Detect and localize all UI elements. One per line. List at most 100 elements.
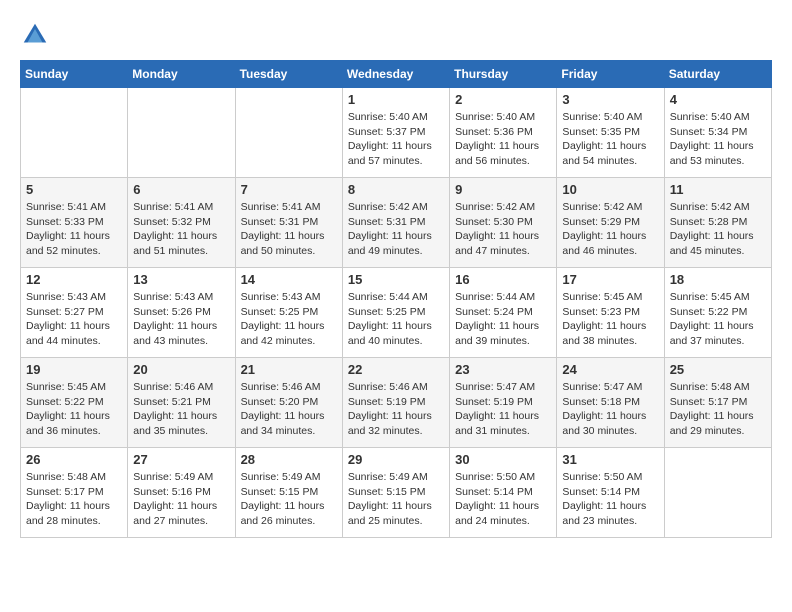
calendar-cell: 21 Sunrise: 5:46 AM Sunset: 5:20 PM Dayli… [235, 358, 342, 448]
day-number: 3 [562, 92, 658, 107]
day-info: Sunrise: 5:42 AM Sunset: 5:28 PM Dayligh… [670, 200, 766, 259]
calendar-cell: 26Sunrise: 5:48 AM Sunset: 5:17 PM Dayli… [21, 448, 128, 538]
day-info: Sunrise: 5:42 AM Sunset: 5:30 PM Dayligh… [455, 200, 551, 259]
calendar-cell [664, 448, 771, 538]
day-info: Sunrise: 5:49 AM Sunset: 5:15 PM Dayligh… [241, 470, 337, 529]
day-info: Sunrise: 5:40 AM Sunset: 5:37 PM Dayligh… [348, 110, 444, 169]
calendar-cell: 3 Sunrise: 5:40 AM Sunset: 5:35 PM Daylig… [557, 88, 664, 178]
day-number: 23 [455, 362, 551, 377]
weekday-header: Saturday [664, 61, 771, 88]
day-info: Sunrise: 5:45 AM Sunset: 5:22 PM Dayligh… [670, 290, 766, 349]
day-number: 5 [26, 182, 122, 197]
page-header [20, 20, 772, 50]
day-number: 24 [562, 362, 658, 377]
day-info: Sunrise: 5:49 AM Sunset: 5:16 PM Dayligh… [133, 470, 229, 529]
calendar-cell: 14 Sunrise: 5:43 AM Sunset: 5:25 PM Dayli… [235, 268, 342, 358]
calendar-cell: 23 Sunrise: 5:47 AM Sunset: 5:19 PM Dayli… [450, 358, 557, 448]
day-info: Sunrise: 5:47 AM Sunset: 5:19 PM Dayligh… [455, 380, 551, 439]
calendar-cell: 16Sunrise: 5:44 AM Sunset: 5:24 PM Dayli… [450, 268, 557, 358]
calendar-cell: 18Sunrise: 5:45 AM Sunset: 5:22 PM Dayli… [664, 268, 771, 358]
day-info: Sunrise: 5:45 AM Sunset: 5:22 PM Dayligh… [26, 380, 122, 439]
day-info: Sunrise: 5:42 AM Sunset: 5:31 PM Dayligh… [348, 200, 444, 259]
weekday-header: Wednesday [342, 61, 449, 88]
weekday-header: Monday [128, 61, 235, 88]
weekday-header: Tuesday [235, 61, 342, 88]
calendar-week-row: 26Sunrise: 5:48 AM Sunset: 5:17 PM Dayli… [21, 448, 772, 538]
day-info: Sunrise: 5:50 AM Sunset: 5:14 PM Dayligh… [455, 470, 551, 529]
day-number: 15 [348, 272, 444, 287]
day-number: 25 [670, 362, 766, 377]
calendar-cell: 29 Sunrise: 5:49 AM Sunset: 5:15 PM Dayli… [342, 448, 449, 538]
day-info: Sunrise: 5:44 AM Sunset: 5:25 PM Dayligh… [348, 290, 444, 349]
weekday-header: Friday [557, 61, 664, 88]
day-number: 7 [241, 182, 337, 197]
day-number: 29 [348, 452, 444, 467]
day-number: 4 [670, 92, 766, 107]
day-number: 8 [348, 182, 444, 197]
calendar-cell [235, 88, 342, 178]
day-info: Sunrise: 5:40 AM Sunset: 5:34 PM Dayligh… [670, 110, 766, 169]
day-info: Sunrise: 5:43 AM Sunset: 5:26 PM Dayligh… [133, 290, 229, 349]
calendar-cell: 28 Sunrise: 5:49 AM Sunset: 5:15 PM Dayli… [235, 448, 342, 538]
day-info: Sunrise: 5:46 AM Sunset: 5:19 PM Dayligh… [348, 380, 444, 439]
calendar-cell: 30Sunrise: 5:50 AM Sunset: 5:14 PM Dayli… [450, 448, 557, 538]
day-info: Sunrise: 5:42 AM Sunset: 5:29 PM Dayligh… [562, 200, 658, 259]
day-info: Sunrise: 5:43 AM Sunset: 5:25 PM Dayligh… [241, 290, 337, 349]
day-number: 31 [562, 452, 658, 467]
calendar-cell: 6 Sunrise: 5:41 AM Sunset: 5:32 PM Daylig… [128, 178, 235, 268]
calendar-cell: 7 Sunrise: 5:41 AM Sunset: 5:31 PM Daylig… [235, 178, 342, 268]
day-number: 16 [455, 272, 551, 287]
day-number: 14 [241, 272, 337, 287]
calendar-week-row: 12 Sunrise: 5:43 AM Sunset: 5:27 PM Dayli… [21, 268, 772, 358]
calendar-cell: 9Sunrise: 5:42 AM Sunset: 5:30 PM Daylig… [450, 178, 557, 268]
logo [20, 20, 54, 50]
day-info: Sunrise: 5:48 AM Sunset: 5:17 PM Dayligh… [670, 380, 766, 439]
day-number: 11 [670, 182, 766, 197]
day-number: 22 [348, 362, 444, 377]
calendar-cell: 1 Sunrise: 5:40 AM Sunset: 5:37 PM Daylig… [342, 88, 449, 178]
day-number: 12 [26, 272, 122, 287]
calendar-cell: 10 Sunrise: 5:42 AM Sunset: 5:29 PM Dayli… [557, 178, 664, 268]
calendar-cell: 2 Sunrise: 5:40 AM Sunset: 5:36 PM Daylig… [450, 88, 557, 178]
calendar-cell: 12 Sunrise: 5:43 AM Sunset: 5:27 PM Dayli… [21, 268, 128, 358]
day-info: Sunrise: 5:46 AM Sunset: 5:21 PM Dayligh… [133, 380, 229, 439]
calendar-cell: 19 Sunrise: 5:45 AM Sunset: 5:22 PM Dayli… [21, 358, 128, 448]
calendar-cell: 4 Sunrise: 5:40 AM Sunset: 5:34 PM Daylig… [664, 88, 771, 178]
day-number: 6 [133, 182, 229, 197]
day-info: Sunrise: 5:40 AM Sunset: 5:35 PM Dayligh… [562, 110, 658, 169]
day-number: 20 [133, 362, 229, 377]
calendar-cell: 25 Sunrise: 5:48 AM Sunset: 5:17 PM Dayli… [664, 358, 771, 448]
day-info: Sunrise: 5:40 AM Sunset: 5:36 PM Dayligh… [455, 110, 551, 169]
weekday-header: Sunday [21, 61, 128, 88]
day-number: 10 [562, 182, 658, 197]
calendar-cell [128, 88, 235, 178]
calendar-cell: 5Sunrise: 5:41 AM Sunset: 5:33 PM Daylig… [21, 178, 128, 268]
calendar-cell: 15 Sunrise: 5:44 AM Sunset: 5:25 PM Dayli… [342, 268, 449, 358]
calendar-cell: 8 Sunrise: 5:42 AM Sunset: 5:31 PM Daylig… [342, 178, 449, 268]
calendar-cell: 13Sunrise: 5:43 AM Sunset: 5:26 PM Dayli… [128, 268, 235, 358]
day-number: 27 [133, 452, 229, 467]
weekday-header: Thursday [450, 61, 557, 88]
day-info: Sunrise: 5:43 AM Sunset: 5:27 PM Dayligh… [26, 290, 122, 349]
day-info: Sunrise: 5:45 AM Sunset: 5:23 PM Dayligh… [562, 290, 658, 349]
day-number: 28 [241, 452, 337, 467]
day-number: 1 [348, 92, 444, 107]
calendar-week-row: 1 Sunrise: 5:40 AM Sunset: 5:37 PM Daylig… [21, 88, 772, 178]
day-info: Sunrise: 5:50 AM Sunset: 5:14 PM Dayligh… [562, 470, 658, 529]
day-info: Sunrise: 5:47 AM Sunset: 5:18 PM Dayligh… [562, 380, 658, 439]
day-info: Sunrise: 5:46 AM Sunset: 5:20 PM Dayligh… [241, 380, 337, 439]
day-number: 17 [562, 272, 658, 287]
calendar-cell: 11 Sunrise: 5:42 AM Sunset: 5:28 PM Dayli… [664, 178, 771, 268]
calendar-week-row: 19 Sunrise: 5:45 AM Sunset: 5:22 PM Dayli… [21, 358, 772, 448]
calendar-cell: 20 Sunrise: 5:46 AM Sunset: 5:21 PM Dayli… [128, 358, 235, 448]
day-info: Sunrise: 5:41 AM Sunset: 5:31 PM Dayligh… [241, 200, 337, 259]
day-number: 21 [241, 362, 337, 377]
day-info: Sunrise: 5:49 AM Sunset: 5:15 PM Dayligh… [348, 470, 444, 529]
day-info: Sunrise: 5:41 AM Sunset: 5:32 PM Dayligh… [133, 200, 229, 259]
logo-icon [20, 20, 50, 50]
calendar-table: SundayMondayTuesdayWednesdayThursdayFrid… [20, 60, 772, 538]
day-number: 19 [26, 362, 122, 377]
calendar-cell [21, 88, 128, 178]
day-number: 2 [455, 92, 551, 107]
calendar-week-row: 5Sunrise: 5:41 AM Sunset: 5:33 PM Daylig… [21, 178, 772, 268]
